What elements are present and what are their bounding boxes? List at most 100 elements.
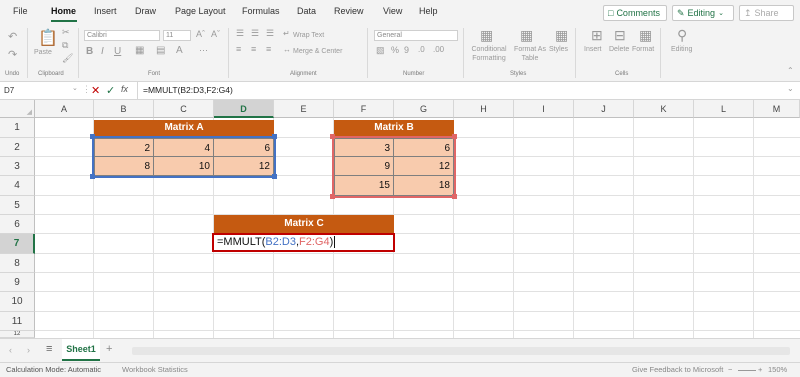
copy-icon[interactable]: ⧉: [62, 40, 68, 51]
zoom-in-icon[interactable]: +: [758, 365, 762, 374]
column-header-l[interactable]: L: [694, 100, 754, 118]
redo-icon[interactable]: ↷: [8, 48, 17, 61]
scroll-left-icon[interactable]: ‹: [9, 345, 12, 355]
decrease-font-icon[interactable]: Aˇ: [211, 29, 220, 39]
font-size-select[interactable]: 11: [163, 30, 191, 41]
italic-icon[interactable]: I: [101, 46, 104, 57]
column-header-j[interactable]: J: [574, 100, 634, 118]
comma-style-icon[interactable]: 9: [404, 45, 409, 55]
accounting-format-icon[interactable]: ▧: [376, 45, 385, 56]
row-header-3[interactable]: 3: [0, 157, 35, 176]
share-button[interactable]: ↥ Share: [739, 5, 794, 21]
column-header-e[interactable]: E: [274, 100, 334, 118]
tab-data[interactable]: Data: [297, 6, 316, 16]
zoom-slider[interactable]: [738, 370, 756, 371]
name-box[interactable]: D7: [2, 84, 78, 98]
range-handle-a[interactable]: [90, 174, 95, 179]
tab-view[interactable]: View: [383, 6, 402, 16]
cell-styles-button[interactable]: Styles: [549, 45, 568, 54]
name-box-dropdown-icon[interactable]: ⌄: [72, 84, 78, 92]
horizontal-scrollbar[interactable]: [132, 347, 790, 355]
insert-cells-icon[interactable]: ⊞: [591, 27, 603, 44]
increase-decimal-icon[interactable]: .0: [418, 45, 425, 54]
search-icon[interactable]: ⚲: [677, 27, 687, 44]
select-all-corner[interactable]: ◢: [0, 100, 35, 118]
column-header-c[interactable]: C: [154, 100, 214, 118]
bold-icon[interactable]: B: [86, 46, 93, 57]
column-header-h[interactable]: H: [454, 100, 514, 118]
zoom-level[interactable]: 150%: [768, 365, 787, 374]
format-cells-button[interactable]: Format: [632, 45, 654, 54]
decrease-decimal-icon[interactable]: .00: [433, 45, 444, 54]
column-header-f[interactable]: F: [334, 100, 394, 118]
enter-icon[interactable]: ✓: [106, 84, 115, 97]
undo-icon[interactable]: ↶: [8, 30, 17, 43]
cell-styles-icon[interactable]: ▦: [555, 27, 568, 44]
matrix-a-header[interactable]: Matrix A: [94, 120, 274, 137]
range-handle-b[interactable]: [330, 134, 335, 139]
paste-icon[interactable]: 📋: [38, 28, 58, 48]
collapse-ribbon-icon[interactable]: ⌃: [787, 66, 794, 75]
borders-icon[interactable]: ▦: [135, 45, 144, 56]
align-center-icon[interactable]: ≡: [251, 44, 256, 54]
row-header-6[interactable]: 6: [0, 215, 35, 234]
increase-font-icon[interactable]: Aˆ: [196, 29, 205, 39]
row-header-2[interactable]: 2: [0, 138, 35, 157]
wrap-text-icon[interactable]: ↵: [283, 29, 290, 38]
row-header-9[interactable]: 9: [0, 273, 35, 292]
align-left-icon[interactable]: ≡: [236, 44, 241, 54]
tab-home[interactable]: Home: [51, 6, 76, 16]
tab-draw[interactable]: Draw: [135, 6, 156, 16]
column-header-i[interactable]: I: [514, 100, 574, 118]
percent-icon[interactable]: %: [391, 45, 399, 55]
range-handle-a[interactable]: [272, 134, 277, 139]
number-format-select[interactable]: General: [374, 30, 458, 41]
format-as-table-button[interactable]: Format As Table: [512, 45, 548, 63]
workbook-statistics[interactable]: Workbook Statistics: [122, 365, 188, 374]
range-handle-a[interactable]: [90, 134, 95, 139]
range-handle-a[interactable]: [272, 174, 277, 179]
format-painter-icon[interactable]: 🖌: [62, 53, 73, 64]
row-header-8[interactable]: 8: [0, 254, 35, 273]
merge-center-button[interactable]: Merge & Center: [293, 47, 342, 56]
insert-cells-button[interactable]: Insert: [584, 45, 602, 54]
more-font-options-icon[interactable]: ⋯: [199, 45, 208, 56]
matrix-b-header[interactable]: Matrix B: [334, 120, 454, 137]
calculation-mode[interactable]: Calculation Mode: Automatic: [6, 365, 101, 374]
all-sheets-menu-icon[interactable]: ≡: [46, 343, 52, 355]
row-header-10[interactable]: 10: [0, 292, 35, 312]
merge-center-icon[interactable]: ↔: [283, 45, 291, 54]
tab-insert[interactable]: Insert: [94, 6, 117, 16]
tab-file[interactable]: File: [13, 6, 28, 16]
range-handle-b[interactable]: [452, 134, 457, 139]
align-bottom-icon[interactable]: ☰: [266, 28, 274, 39]
column-header-m[interactable]: M: [754, 100, 800, 118]
matrix-c-header[interactable]: Matrix C: [214, 215, 394, 233]
align-middle-icon[interactable]: ☰: [251, 28, 259, 39]
cancel-icon[interactable]: ✕: [91, 84, 100, 97]
range-handle-b[interactable]: [330, 194, 335, 199]
insert-function-icon[interactable]: fx: [121, 84, 128, 94]
row-header-12[interactable]: 12: [0, 331, 35, 338]
column-header-k[interactable]: K: [634, 100, 694, 118]
cut-icon[interactable]: ✂: [62, 27, 70, 38]
column-header-d[interactable]: D: [214, 100, 274, 118]
font-name-select[interactable]: Calibri: [84, 30, 160, 41]
zoom-out-icon[interactable]: −: [728, 365, 732, 374]
sheet-tab-sheet1[interactable]: Sheet1: [62, 339, 100, 361]
tab-help[interactable]: Help: [419, 6, 438, 16]
delete-cells-icon[interactable]: ⊟: [614, 27, 626, 44]
font-color-icon[interactable]: A: [176, 45, 183, 56]
conditional-formatting-icon[interactable]: ▦: [480, 27, 493, 44]
conditional-formatting-button[interactable]: Conditional Formatting: [466, 45, 512, 63]
row-header-4[interactable]: 4: [0, 176, 35, 196]
row-header-7[interactable]: 7: [0, 234, 35, 254]
tab-page-layout[interactable]: Page Layout: [175, 6, 226, 16]
worksheet-grid[interactable]: ◢ A B C D E F G H I J K L M 1 2 3 4 5 6 …: [0, 100, 800, 338]
tab-review[interactable]: Review: [334, 6, 364, 16]
underline-icon[interactable]: U: [114, 46, 121, 57]
expand-formula-bar-icon[interactable]: ⌄: [787, 84, 794, 93]
column-header-b[interactable]: B: [94, 100, 154, 118]
comments-button[interactable]: □ Comments: [603, 5, 667, 21]
active-cell-editor[interactable]: =MMULT(B2:D3,F2:G4): [212, 233, 395, 252]
